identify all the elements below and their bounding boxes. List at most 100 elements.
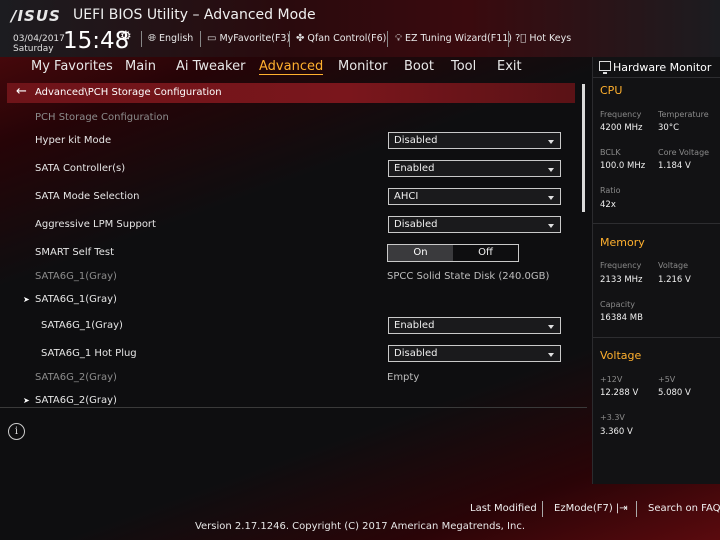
hyper-kit-select[interactable]: Disabled (388, 132, 561, 149)
bulb-icon: 💡︎ (395, 33, 402, 44)
tab-main[interactable]: Main (125, 59, 156, 74)
tab-exit[interactable]: Exit (497, 59, 522, 74)
chevron-down-icon (548, 224, 554, 228)
setting-row-port1-hotplug: SATA6G_1 Hot Plug Disabled (7, 344, 575, 366)
info-row-port2: SATA6G_2(Gray) Empty (35, 372, 420, 383)
ezmode-button[interactable]: EzMode(F7) |⇥ (554, 503, 628, 514)
expand-arrow-icon: ➤ (23, 295, 30, 304)
memory-capacity: 16384 MB (600, 313, 643, 323)
cpu-ratio: 42x (600, 200, 616, 210)
cpu-core-voltage-label: Core Voltage (658, 148, 710, 157)
hot-keys-button[interactable]: ?⃞ Hot Keys (515, 33, 571, 44)
divider (593, 77, 720, 78)
monitor-icon (599, 61, 611, 74)
cpu-frequency: 4200 MHz (600, 123, 643, 133)
chevron-down-icon (548, 168, 554, 172)
header-divider (141, 31, 142, 47)
v12-label: +12V (600, 375, 623, 384)
tab-tool[interactable]: Tool (451, 59, 476, 74)
last-modified-button[interactable]: Last Modified (470, 503, 537, 514)
favorite-icon: ▭ (207, 33, 217, 44)
group-row-port1[interactable]: ➤ SATA6G_1(Gray) (7, 290, 575, 312)
sata-mode-select[interactable]: AHCI (388, 188, 561, 205)
tab-ai-tweaker[interactable]: Ai Tweaker (176, 59, 245, 74)
header-divider (289, 31, 290, 47)
port2-device: Empty (387, 372, 420, 383)
cpu-bclk-label: BCLK (600, 148, 621, 157)
date-display: 03/04/2017 Saturday (13, 34, 65, 54)
footer-divider (542, 501, 543, 517)
port1-enable-select[interactable]: Enabled (388, 317, 561, 334)
copyright-text: Version 2.17.1246. Copyright (C) 2017 Am… (194, 521, 526, 532)
gear-icon[interactable]: ⚙ (120, 29, 132, 44)
section-title: PCH Storage Configuration (35, 112, 169, 123)
memory-voltage: 1.216 V (658, 275, 691, 285)
setting-row-port1-enable: SATA6G_1(Gray) Enabled (7, 316, 575, 338)
v5-label: +5V (658, 375, 676, 384)
setting-row-alpm: Aggressive LPM Support Disabled (7, 215, 575, 237)
memory-voltage-label: Voltage (658, 261, 689, 270)
main-menu: My Favorites Main Ai Tweaker Advanced Mo… (0, 57, 590, 79)
memory-capacity-label: Capacity (600, 300, 635, 309)
fan-icon: ✤ (296, 33, 305, 44)
day: Saturday (13, 44, 54, 54)
header-bar: /ISUS UEFI BIOS Utility – Advanced Mode … (0, 0, 720, 57)
ez-tuning-wizard-button[interactable]: 💡︎ EZ Tuning Wizard(F11) (395, 33, 512, 44)
exit-arrow-icon: |⇥ (612, 503, 628, 514)
qfan-control-button[interactable]: ✤ Qfan Control(F6) (296, 33, 386, 44)
toggle-off[interactable]: Off (453, 245, 518, 261)
memory-frequency: 2133 MHz (600, 275, 643, 285)
expand-arrow-icon: ➤ (23, 396, 30, 405)
cpu-temperature-label: Temperature (658, 110, 709, 119)
v33-value: 3.360 V (600, 427, 633, 437)
info-icon: i (8, 423, 25, 440)
header-divider (387, 31, 388, 47)
chevron-down-icon (548, 353, 554, 357)
setting-row-smart: SMART Self Test On Off (7, 243, 575, 265)
language-button[interactable]: 🌐︎ English (148, 33, 193, 44)
back-arrow-icon[interactable]: ← (16, 84, 27, 99)
header-divider (200, 31, 201, 47)
globe-icon: 🌐︎ (148, 33, 156, 44)
port1-device: SPCC Solid State Disk (240.0GB) (387, 271, 550, 282)
chevron-down-icon (548, 196, 554, 200)
help-info-bar: i (0, 407, 587, 454)
memory-frequency-label: Frequency (600, 261, 642, 270)
settings-scrollbar[interactable] (582, 84, 585, 212)
settings-panel: ← Advanced\PCH Storage Configuration PCH… (7, 83, 585, 405)
asus-logo: /ISUS (11, 7, 61, 25)
chevron-down-icon (548, 140, 554, 144)
memory-heading: Memory (600, 236, 645, 249)
chevron-down-icon (548, 325, 554, 329)
cpu-frequency-label: Frequency (600, 110, 642, 119)
header-divider (508, 31, 509, 47)
section-title-row: PCH Storage Configuration (7, 108, 575, 130)
port1-hotplug-select[interactable]: Disabled (388, 345, 561, 362)
cpu-bclk: 100.0 MHz (600, 161, 646, 171)
v5-value: 5.080 V (658, 388, 691, 398)
toggle-on[interactable]: On (388, 245, 453, 261)
sata-controller-select[interactable]: Enabled (388, 160, 561, 177)
breadcrumb[interactable]: ← Advanced\PCH Storage Configuration (7, 83, 575, 103)
tab-monitor[interactable]: Monitor (338, 59, 387, 74)
tab-boot[interactable]: Boot (404, 59, 434, 74)
tab-my-favorites[interactable]: My Favorites (31, 59, 113, 74)
alpm-select[interactable]: Disabled (388, 216, 561, 233)
tab-advanced[interactable]: Advanced (259, 59, 324, 75)
myfavorite-button[interactable]: ▭ MyFavorite(F3) (207, 33, 290, 44)
hardware-monitor-panel: Hardware Monitor CPU Frequency 4200 MHz … (592, 57, 720, 484)
info-row-port1: SATA6G_1(Gray) SPCC Solid State Disk (24… (35, 271, 550, 282)
help-icon: ?⃞ (515, 33, 527, 44)
footer-divider (636, 501, 637, 517)
date: 03/04/2017 (13, 34, 65, 44)
hw-monitor-title: Hardware Monitor (613, 61, 712, 74)
divider (593, 223, 720, 224)
cpu-core-voltage: 1.184 V (658, 161, 691, 171)
search-faq-button[interactable]: Search on FAQ (648, 503, 720, 514)
smart-toggle[interactable]: On Off (387, 244, 519, 262)
cpu-temperature: 30°C (658, 123, 680, 133)
app-title: UEFI BIOS Utility – Advanced Mode (73, 7, 316, 23)
setting-row-sata-controller: SATA Controller(s) Enabled (7, 159, 575, 181)
setting-row-hyper-kit: Hyper kit Mode Disabled (7, 131, 575, 153)
group-row-port2[interactable]: ➤ SATA6G_2(Gray) (7, 391, 575, 405)
